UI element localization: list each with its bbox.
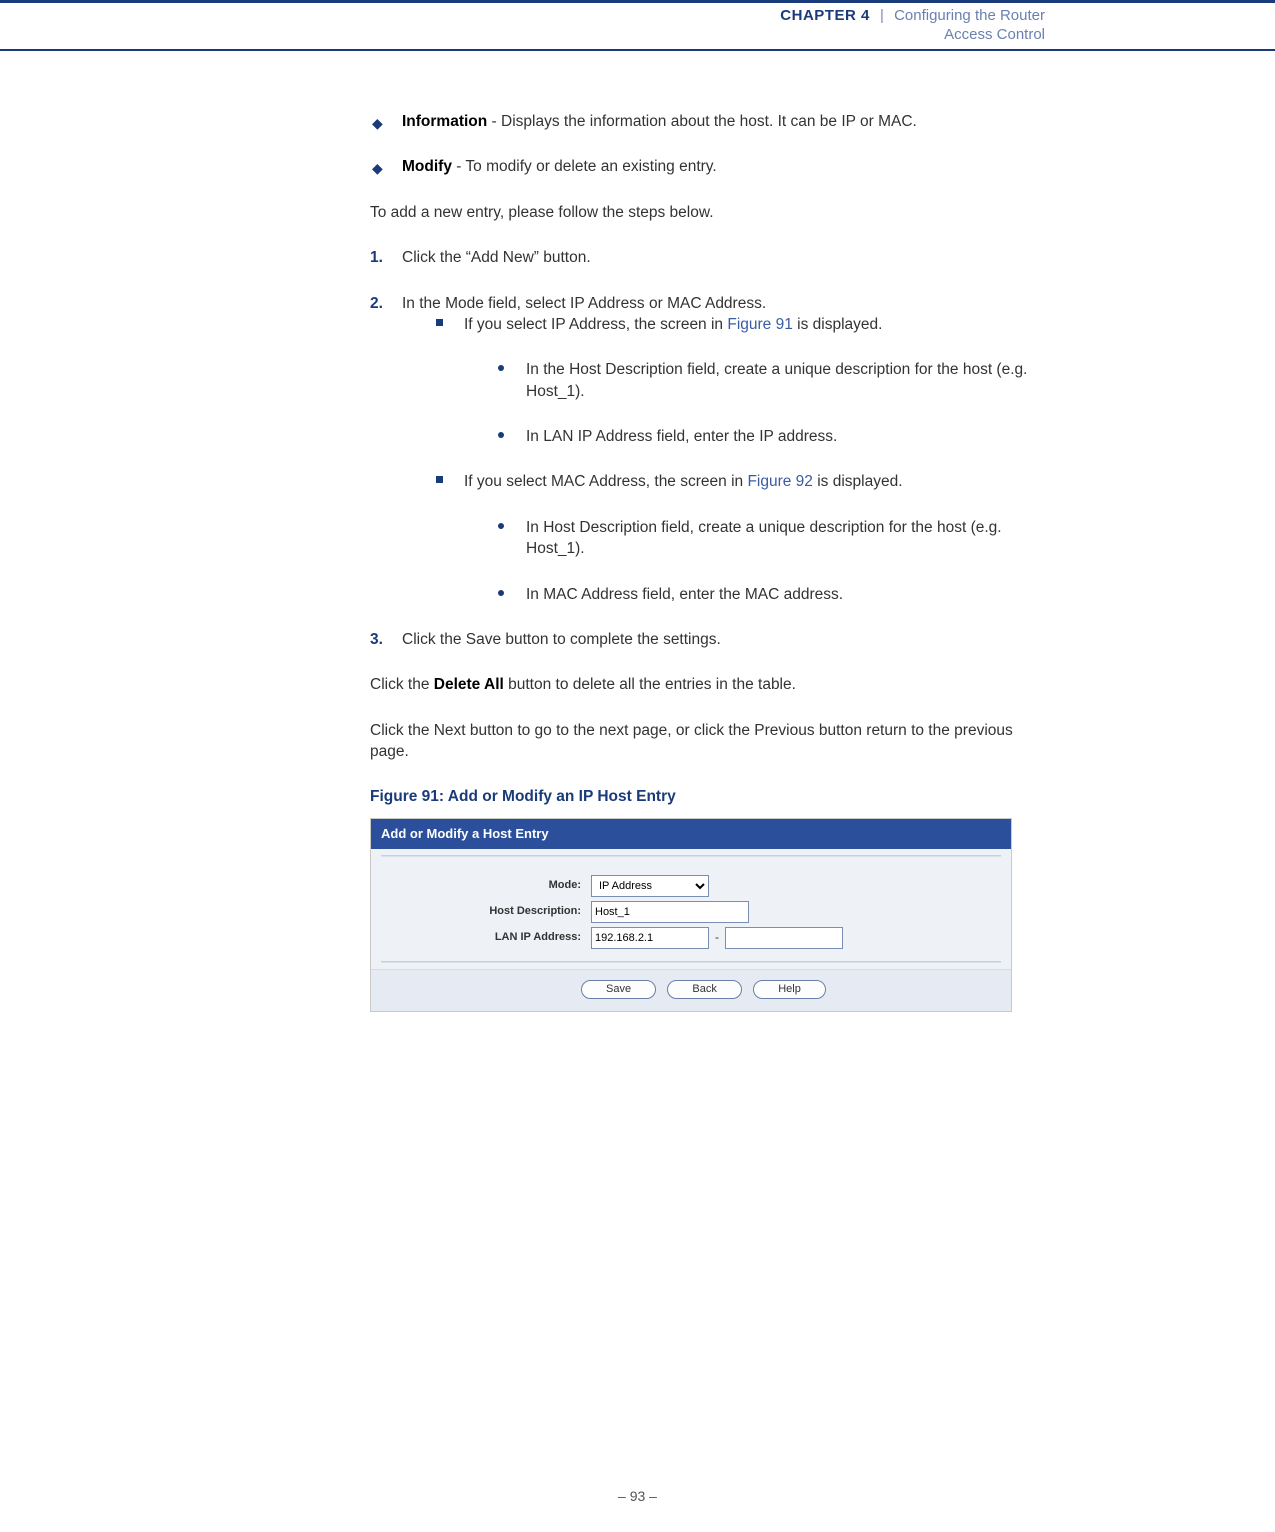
page-header: CHAPTER 4 | Configuring the Router Acces… [0, 3, 1275, 51]
step-number: 2. [370, 293, 383, 314]
delete-all-pre: Click the [370, 676, 434, 693]
page-number: – 93 – [0, 1488, 1275, 1504]
delete-all-post: button to delete all the entries in the … [504, 676, 796, 693]
step-2b-mac-text: In MAC Address field, enter the MAC addr… [526, 586, 843, 603]
chapter-label: CHAPTER 4 [780, 7, 870, 24]
square-icon [436, 319, 443, 326]
figure-91-link[interactable]: Figure 91 [727, 316, 792, 333]
figure-91-caption: Figure 91: Add or Modify an IP Host Entr… [370, 786, 1045, 807]
step-2a-post: is displayed. [793, 316, 883, 333]
step-2-mac-option: If you select MAC Address, the screen in… [434, 471, 1045, 605]
hostdesc-label: Host Description: [381, 904, 591, 919]
step-2-ip-option: If you select IP Address, the screen in … [434, 314, 1045, 448]
step-2a-pre: If you select IP Address, the screen in [464, 316, 727, 333]
step-3-text: Click the Save button to complete the se… [402, 631, 721, 648]
dot-icon [498, 523, 504, 529]
step-2b-hostdesc-text: In Host Description field, create a uniq… [526, 519, 1002, 557]
bullet-modify-text: - To modify or delete an existing entry. [452, 158, 717, 175]
step-2: 2. In the Mode field, select IP Address … [370, 293, 1045, 605]
intro-paragraph: To add a new entry, please follow the st… [370, 202, 1045, 223]
step-2-text: In the Mode field, select IP Address or … [402, 295, 766, 312]
dot-icon [498, 365, 504, 371]
diamond-icon: ◆ [372, 159, 383, 178]
dot-icon [498, 432, 504, 438]
delete-all-paragraph: Click the Delete All button to delete al… [370, 674, 1045, 695]
step-number: 1. [370, 247, 383, 268]
lanip-dash: - [709, 929, 725, 946]
step-1-text: Click the “Add New” button. [402, 249, 591, 266]
diamond-icon: ◆ [372, 114, 383, 133]
step-2a-lanip-text: In LAN IP Address field, enter the IP ad… [526, 428, 837, 445]
back-button[interactable]: Back [667, 980, 741, 999]
step-2a-hostdesc-text: In the Host Description field, create a … [526, 361, 1027, 399]
step-2b-hostdesc: In Host Description field, create a uniq… [496, 517, 1045, 560]
next-prev-paragraph: Click the Next button to go to the next … [370, 720, 1045, 763]
save-button[interactable]: Save [581, 980, 656, 999]
lanip-from-input[interactable] [591, 927, 709, 949]
hostdesc-input[interactable] [591, 901, 749, 923]
bullet-modify: ◆ Modify - To modify or delete an existi… [370, 156, 1045, 177]
chapter-title: Configuring the Router [894, 7, 1045, 24]
bullet-information-text: - Displays the information about the hos… [487, 113, 917, 130]
step-2b-mac: In MAC Address field, enter the MAC addr… [496, 584, 1045, 605]
dot-icon [498, 590, 504, 596]
step-2b-pre: If you select MAC Address, the screen in [464, 473, 747, 490]
header-separator: | [874, 7, 890, 24]
lanip-label: LAN IP Address: [381, 930, 591, 945]
bullet-information-term: Information [402, 113, 487, 130]
section-title: Access Control [0, 26, 1045, 43]
step-2b-post: is displayed. [813, 473, 903, 490]
step-3: 3. Click the Save button to complete the… [370, 629, 1045, 650]
step-1: 1. Click the “Add New” button. [370, 247, 1045, 268]
step-number: 3. [370, 629, 383, 650]
bullet-modify-term: Modify [402, 158, 452, 175]
mode-select[interactable]: IP Address [591, 875, 709, 897]
mode-label: Mode: [381, 878, 591, 893]
bullet-information: ◆ Information - Displays the information… [370, 111, 1045, 132]
step-2a-lanip: In LAN IP Address field, enter the IP ad… [496, 426, 1045, 447]
step-2a-hostdesc: In the Host Description field, create a … [496, 359, 1045, 402]
figure-91-panel: Add or Modify a Host Entry Mode: IP Addr… [370, 818, 1012, 1012]
delete-all-bold: Delete All [434, 676, 504, 693]
square-icon [436, 476, 443, 483]
panel-title: Add or Modify a Host Entry [371, 819, 1011, 849]
lanip-to-input[interactable] [725, 927, 843, 949]
figure-92-link[interactable]: Figure 92 [747, 473, 812, 490]
help-button[interactable]: Help [753, 980, 826, 999]
